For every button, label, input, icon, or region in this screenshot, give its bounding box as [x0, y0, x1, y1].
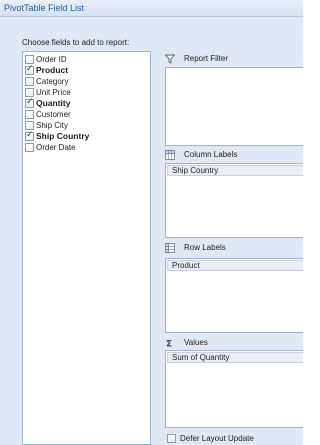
field-label: Ship City — [36, 121, 69, 130]
report-filter-header: Report Filter — [163, 52, 303, 66]
title-bar[interactable]: PivotTable Field List — [0, 0, 303, 17]
field-checkbox[interactable] — [25, 110, 34, 119]
values-header: Σ Values — [163, 336, 303, 350]
column-labels-label: Column Labels — [184, 150, 238, 159]
checkmark-icon: ✓ — [26, 97, 34, 107]
field-label: Order Date — [36, 143, 76, 152]
area-item-label: Sum of Quantity — [172, 353, 230, 362]
checkmark-icon: ✓ — [26, 64, 34, 74]
field-category[interactable]: Category — [25, 76, 145, 87]
pivottable-field-list-pane: PivotTable Field List Choose fields to a… — [0, 0, 303, 445]
field-product[interactable]: ✓ Product — [25, 64, 145, 76]
svg-text:Σ: Σ — [166, 340, 172, 349]
filter-icon — [165, 54, 175, 64]
column-grid-icon — [165, 150, 175, 160]
area-item-label: Ship Country — [172, 166, 219, 175]
field-label: Category — [36, 77, 69, 86]
defer-layout-update-label: Defer Layout Update — [180, 434, 254, 443]
choose-fields-label: Choose fields to add to report: — [22, 38, 130, 47]
field-label: Unit Price — [36, 88, 71, 97]
field-ship-city[interactable]: Ship City — [25, 120, 145, 131]
row-labels-label: Row Labels — [184, 243, 226, 252]
field-label: Order ID — [36, 55, 67, 64]
field-label: Quantity — [36, 98, 71, 108]
field-order-id[interactable]: Order ID — [25, 54, 145, 65]
field-checkbox[interactable]: ✓ — [25, 130, 34, 141]
row-labels-drop-area[interactable]: Product — [165, 258, 303, 333]
field-label: Product — [36, 65, 69, 75]
values-drop-area[interactable]: Sum of Quantity — [165, 350, 303, 428]
field-list-box: Order ID ✓ Product Category Unit Price ✓… — [22, 51, 151, 445]
field-checkbox[interactable] — [25, 121, 34, 130]
checkmark-icon: ✓ — [26, 130, 34, 140]
defer-layout-update-row[interactable]: Defer Layout Update — [165, 433, 303, 445]
column-labels-header: Column Labels — [163, 148, 303, 162]
report-filter-label: Report Filter — [184, 54, 229, 63]
area-item-label: Product — [172, 261, 200, 270]
defer-layout-update-checkbox[interactable] — [167, 434, 176, 443]
field-checkbox[interactable] — [25, 77, 34, 86]
pane-title: PivotTable Field List — [4, 3, 85, 13]
field-label: Customer — [36, 110, 71, 119]
field-ship-country[interactable]: ✓ Ship Country — [25, 130, 145, 142]
field-unit-price[interactable]: Unit Price — [25, 87, 145, 98]
field-checkbox[interactable]: ✓ — [25, 97, 34, 108]
column-labels-drop-area[interactable]: Ship Country — [165, 163, 303, 238]
area-item-product[interactable]: Product — [167, 260, 303, 271]
field-order-date[interactable]: Order Date — [25, 142, 145, 153]
field-quantity[interactable]: ✓ Quantity — [25, 97, 145, 109]
row-labels-header: Row Labels — [163, 241, 303, 255]
row-grid-icon — [165, 243, 175, 253]
area-item-sum-of-quantity[interactable]: Sum of Quantity — [167, 352, 303, 363]
report-filter-drop-area[interactable] — [165, 67, 303, 146]
sigma-icon: Σ — [166, 340, 172, 349]
area-item-ship-country[interactable]: Ship Country — [167, 165, 303, 176]
field-checkbox[interactable]: ✓ — [25, 64, 34, 75]
field-customer[interactable]: Customer — [25, 109, 145, 120]
field-checkbox[interactable] — [25, 143, 34, 152]
field-checkbox[interactable] — [25, 55, 34, 64]
values-label: Values — [184, 338, 208, 347]
field-checkbox[interactable] — [25, 88, 34, 97]
field-label: Ship Country — [36, 131, 90, 141]
